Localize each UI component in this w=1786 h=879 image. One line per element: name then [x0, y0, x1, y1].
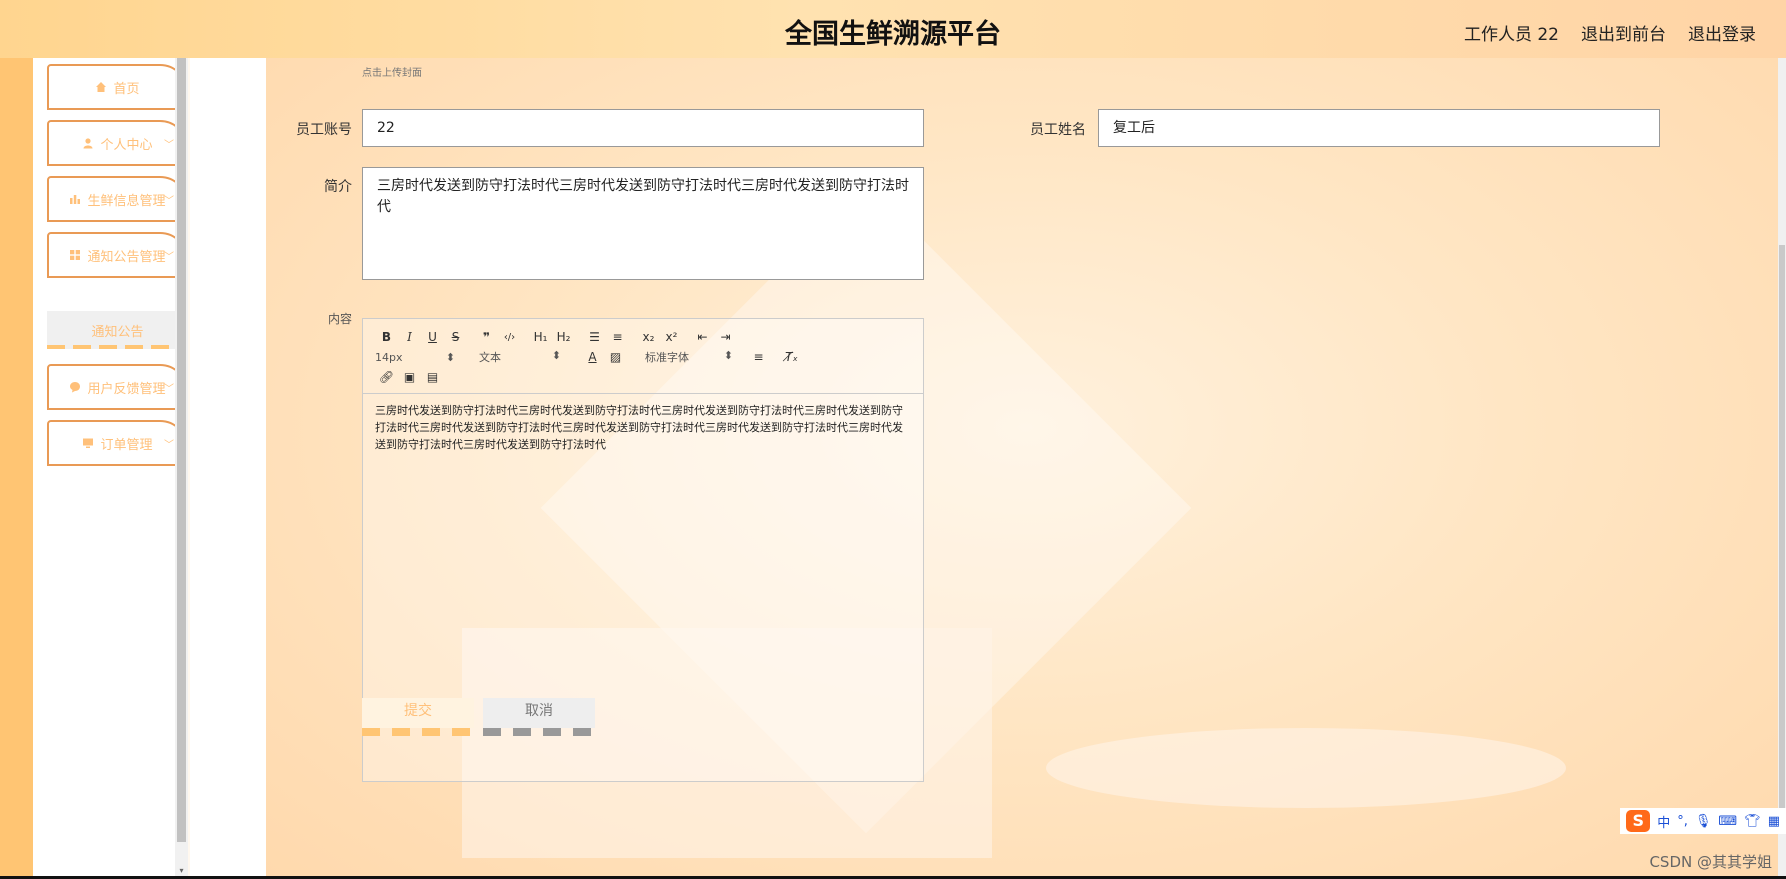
grid-icon — [70, 250, 81, 260]
ime-toolbar[interactable]: S 中 °, 🎙︎ ⌨ 👕︎ ▦ — [1620, 808, 1786, 834]
current-user: 工作人员 22 — [1463, 25, 1559, 45]
superscript-icon[interactable]: x² — [660, 330, 683, 344]
home-icon — [96, 82, 107, 92]
text-type-select[interactable]: 文本 ⬍ — [479, 349, 561, 365]
cancel-button[interactable]: 取消 — [483, 698, 595, 736]
sidebar-item-label: 通知公告管理 — [87, 249, 166, 265]
account-label: 员工账号 — [296, 122, 352, 138]
sidebar-item-label: 生鲜信息管理 — [87, 193, 166, 209]
outdent-icon[interactable]: ⇤ — [691, 330, 714, 344]
underline-icon[interactable]: U — [421, 330, 444, 344]
user-icon — [83, 138, 93, 149]
sidebar-item-orders[interactable]: 订单管理 ﹀ — [47, 420, 188, 466]
ime-mode-indicator[interactable]: 中 — [1657, 812, 1670, 831]
heading1-icon[interactable]: H₁ — [529, 330, 552, 344]
italic-icon[interactable]: I — [398, 330, 421, 344]
font-color-icon[interactable]: A — [581, 350, 604, 364]
page-scrollbar-thumb[interactable] — [1779, 245, 1785, 815]
submit-button[interactable]: 提交 — [362, 698, 474, 736]
left-gutter — [0, 58, 33, 879]
microphone-icon[interactable]: 🎙︎ — [1695, 814, 1712, 829]
chevron-down-icon: ﹀ — [164, 196, 174, 207]
editor-toolbar: B I U S ❞ ‹/› H₁ H₂ ☰ ≡ x₂ x² ⇤ ⇥ 14px ⬍… — [363, 319, 923, 394]
top-header: 全国生鲜溯源平台 工作人员 22 退出到前台 退出登录 — [0, 0, 1786, 58]
align-icon[interactable]: ≡ — [747, 350, 770, 364]
logout-link[interactable]: 退出登录 — [1688, 20, 1756, 45]
select-arrows-icon: ⬍ — [551, 349, 561, 362]
chevron-down-icon: ﹀ — [164, 252, 174, 263]
sidebar-item-fresh-info[interactable]: 生鲜信息管理 ﹀ — [47, 176, 188, 222]
heading2-icon[interactable]: H₂ — [552, 330, 575, 344]
select-arrows-icon: ⬍ — [445, 350, 455, 364]
sidebar-item-home[interactable]: 首页 — [47, 64, 188, 110]
blockquote-icon[interactable]: ❞ — [475, 330, 498, 344]
select-arrows-icon: ⬍ — [723, 349, 733, 362]
sidebar-item-feedback[interactable]: 用户反馈管理 ﹀ — [47, 364, 188, 410]
watermark: CSDN @其其学姐 — [1649, 853, 1772, 871]
sidebar-subitem-underline — [47, 345, 188, 349]
background-shape — [1046, 728, 1566, 808]
sidebar-item-profile[interactable]: 个人中心 ﹀ — [47, 120, 188, 166]
back-to-frontend-link[interactable]: 退出到前台 — [1581, 20, 1666, 45]
grid-menu-icon[interactable]: ▦ — [1768, 814, 1780, 829]
punctuation-icon[interactable]: °, — [1677, 814, 1688, 829]
font-size-select[interactable]: 14px ⬍ — [375, 351, 455, 364]
chevron-down-icon: ﹀ — [164, 140, 174, 151]
sidebar-item-label: 个人中心 — [100, 137, 153, 153]
clear-format-icon[interactable]: T̸ₓ — [780, 350, 803, 364]
upload-cover-hint[interactable]: 点击上传封面 — [362, 64, 422, 79]
bullet-list-icon[interactable]: ≡ — [606, 330, 629, 344]
code-icon[interactable]: ‹/› — [498, 332, 521, 343]
sidebar-subitem-notice[interactable]: 通知公告 — [47, 311, 188, 349]
sidebar-item-label: 首页 — [113, 81, 140, 97]
font-family-select[interactable]: 标准字体 ⬍ — [645, 349, 733, 365]
strikethrough-icon[interactable]: S — [444, 330, 467, 344]
name-label: 员工姓名 — [1030, 122, 1086, 138]
feedback-icon — [70, 382, 81, 393]
indent-icon[interactable]: ⇥ — [714, 330, 737, 344]
content-label: 内容 — [327, 312, 352, 326]
subscript-icon[interactable]: x₂ — [637, 330, 660, 344]
chevron-down-icon: ﹀ — [164, 440, 174, 451]
sidebar-item-notice[interactable]: 通知公告管理 ﹀ — [47, 232, 188, 278]
sidebar-item-label: 订单管理 — [100, 437, 153, 453]
scroll-down-arrow-icon[interactable]: ▾ — [177, 866, 186, 875]
main-content: 点击上传封面 员工账号 22 员工姓名 复工后 简介 三房时代发送到防守打法时代… — [190, 58, 1786, 879]
background-color-icon[interactable]: ▨ — [604, 350, 627, 364]
sogou-logo-icon: S — [1626, 810, 1651, 832]
chart-icon — [70, 195, 81, 204]
header-actions: 工作人员 22 退出到前台 退出登录 — [1464, 20, 1756, 45]
monitor-icon — [83, 438, 94, 448]
link-icon[interactable]: 🔗︎ — [375, 370, 398, 384]
video-icon[interactable]: ▤ — [421, 370, 444, 384]
name-input[interactable]: 复工后 — [1098, 109, 1660, 147]
editor-content[interactable]: 三房时代发送到防守打法时代三房时代发送到防守打法时代三房时代发送到防守打法时代三… — [363, 394, 923, 461]
intro-label: 简介 — [324, 179, 352, 195]
chevron-down-icon: ﹀ — [164, 384, 174, 395]
sidebar: 首页 个人中心 ﹀ 生鲜信息管理 ﹀ 通知公告管理 ﹀ 通知公告 用户反馈管理 … — [33, 58, 188, 879]
ordered-list-icon[interactable]: ☰ — [583, 330, 606, 344]
keyboard-icon[interactable]: ⌨ — [1718, 814, 1737, 829]
intro-textarea[interactable]: 三房时代发送到防守打法时代三房时代发送到防守打法时代三房时代发送到防守打法时代 — [362, 167, 924, 280]
bold-icon[interactable]: B — [375, 330, 398, 344]
sidebar-scrollbar-thumb[interactable] — [177, 58, 186, 842]
account-input[interactable]: 22 — [362, 109, 924, 147]
sidebar-item-label: 用户反馈管理 — [87, 381, 166, 397]
skin-icon[interactable]: 👕︎ — [1744, 814, 1761, 829]
image-icon[interactable]: ▣ — [398, 370, 421, 384]
